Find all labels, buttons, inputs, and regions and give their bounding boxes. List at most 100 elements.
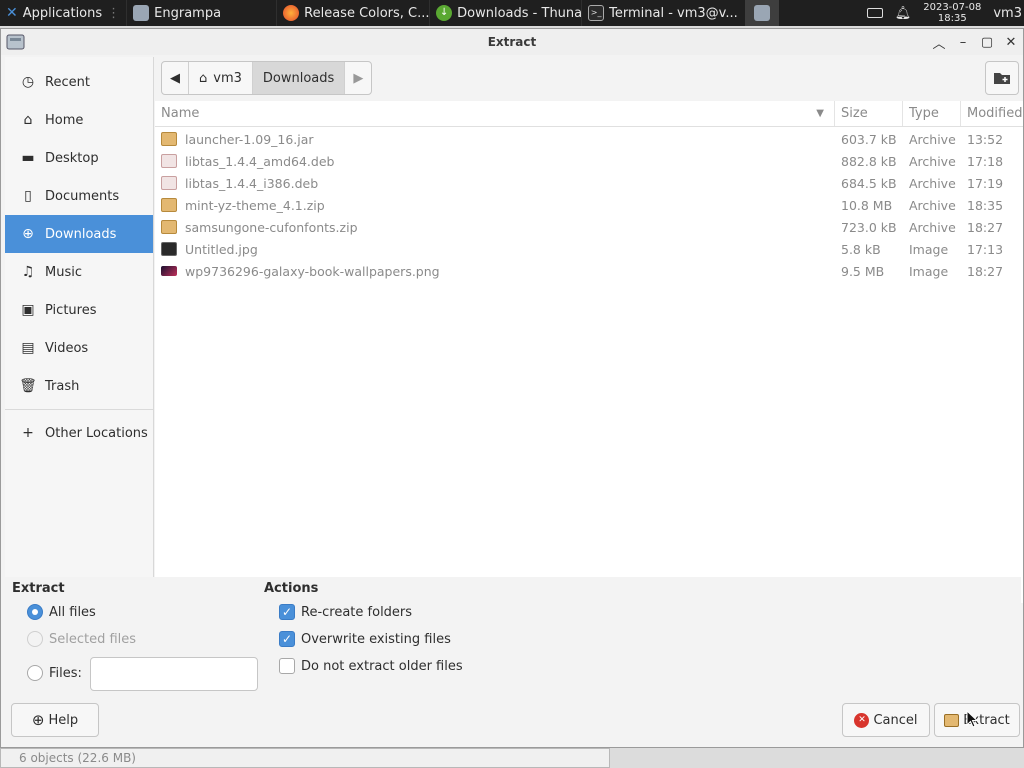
radio-label: Files: — [49, 665, 82, 681]
column-header-size[interactable]: Size — [835, 101, 903, 126]
file-modified: 13:52 — [967, 131, 1004, 147]
task-engrampa[interactable]: Engrampa — [126, 0, 276, 26]
close-icon[interactable]: ✕ — [1003, 34, 1019, 50]
files-pattern-input[interactable] — [90, 657, 258, 691]
table-row[interactable]: mint-yz-theme_4.1.zip 10.8 MB Archive 18… — [155, 194, 1023, 216]
file-size: 10.8 MB — [841, 197, 893, 213]
file-list-header: Name ▼ Size Type Modified — [155, 101, 1023, 127]
task-active-engrampa[interactable] — [745, 0, 780, 26]
task-thunar[interactable]: ↓ Downloads - Thunar — [429, 0, 581, 26]
picture-icon: ▣ — [21, 302, 35, 318]
task-label: Downloads - Thunar — [457, 5, 582, 21]
column-header-name[interactable]: Name ▼ — [155, 101, 835, 126]
sidebar-item-pictures[interactable]: ▣ Pictures — [5, 291, 153, 329]
file-size: 723.0 kB — [841, 219, 897, 235]
help-button[interactable]: ⊕ Help — [11, 703, 99, 737]
sidebar-item-recent[interactable]: ◷ Recent — [5, 63, 153, 101]
sidebar-item-downloads[interactable]: ⊕ Downloads — [5, 215, 153, 253]
sidebar-item-label: Other Locations — [45, 425, 148, 441]
minimize-icon[interactable]: – — [955, 34, 971, 50]
file-name: Untitled.jpg — [185, 241, 258, 257]
file-name: libtas_1.4.4_i386.deb — [185, 175, 319, 191]
download-icon: ↓ — [436, 5, 453, 21]
column-label: Modified — [967, 106, 1023, 121]
sidebar-item-trash[interactable]: 🗑︎ Trash — [5, 367, 153, 405]
home-icon: ⌂ — [23, 112, 33, 128]
checkbox-overwrite-existing[interactable]: ✓ Overwrite existing files — [279, 631, 451, 647]
radio-selected-icon — [27, 604, 43, 620]
archive-icon — [161, 220, 177, 234]
plus-icon: + — [22, 425, 34, 441]
video-icon: ▤ — [21, 340, 35, 356]
checkbox-empty-icon — [279, 658, 295, 674]
sidebar-item-label: Pictures — [45, 302, 97, 318]
sidebar-item-other-locations[interactable]: + Other Locations — [5, 414, 153, 452]
column-header-type[interactable]: Type — [903, 101, 961, 126]
radio-selected-files: Selected files — [27, 631, 136, 647]
status-text: 6 objects (22.6 MB) — [19, 751, 136, 765]
terminal-icon: >_ — [588, 5, 605, 21]
checkbox-label: Overwrite existing files — [301, 631, 451, 647]
taskbar: ✕ Applications ⋮ Engrampa Release Colors… — [0, 0, 1024, 26]
breadcrumb-home[interactable]: ⌂ vm3 — [189, 62, 253, 94]
radio-all-files[interactable]: All files — [27, 604, 96, 620]
breadcrumb-back-button[interactable]: ◀ — [162, 62, 189, 94]
table-row[interactable]: wp9736296-galaxy-book-wallpapers.png 9.5… — [155, 260, 1023, 282]
clock-icon: ◷ — [21, 74, 35, 90]
file-size: 882.8 kB — [841, 153, 897, 169]
separator-icon: ⋮ — [107, 5, 121, 21]
battery-icon[interactable] — [866, 8, 883, 18]
titlebar[interactable]: Extract ︿ – ▢ ✕ — [1, 29, 1023, 55]
sidebar-item-label: Home — [45, 112, 84, 128]
table-row[interactable]: launcher-1.09_16.jar 603.7 kB Archive 13… — [155, 128, 1023, 150]
column-header-modified[interactable]: Modified — [961, 101, 1023, 126]
button-label: Help — [48, 712, 79, 728]
sidebar-item-videos[interactable]: ▤ Videos — [5, 329, 153, 367]
task-firefox[interactable]: Release Colors, C... — [276, 0, 429, 26]
user-label[interactable]: vm3 — [989, 6, 1024, 21]
table-row[interactable]: samsungone-cufonfonts.zip 723.0 kB Archi… — [155, 216, 1023, 238]
chevron-right-icon: ▶ — [353, 70, 364, 86]
archive-icon — [161, 132, 177, 146]
download-icon: ⊕ — [22, 226, 34, 242]
trash-icon: 🗑︎ — [19, 378, 37, 394]
applications-menu[interactable]: ✕ Applications ⋮ — [0, 0, 126, 26]
task-terminal[interactable]: >_ Terminal - vm3@v... — [581, 0, 741, 26]
notification-bell-icon[interactable]: 🔔︎ — [895, 6, 912, 21]
file-modified: 18:27 — [967, 219, 1004, 235]
table-row[interactable]: libtas_1.4.4_i386.deb 684.5 kB Archive 1… — [155, 172, 1023, 194]
new-folder-button[interactable] — [985, 61, 1019, 95]
table-row[interactable]: libtas_1.4.4_amd64.deb 882.8 kB Archive … — [155, 150, 1023, 172]
breadcrumb-downloads[interactable]: Downloads — [252, 62, 346, 94]
button-label: Cancel — [873, 712, 918, 728]
file-name: libtas_1.4.4_amd64.deb — [185, 153, 335, 169]
breadcrumb-label: Downloads — [262, 70, 335, 86]
clock[interactable]: 2023-07-08 18:35 — [915, 2, 989, 24]
engrampa-icon — [133, 5, 150, 21]
checkbox-recreate-folders[interactable]: ✓ Re-create folders — [279, 604, 412, 620]
radio-files[interactable]: Files: — [27, 665, 82, 681]
mouse-pointer-icon — [966, 710, 978, 728]
table-row[interactable]: Untitled.jpg 5.8 kB Image 17:13 — [155, 238, 1023, 260]
sidebar-item-home[interactable]: ⌂ Home — [5, 101, 153, 139]
sidebar-item-desktop[interactable]: ▬ Desktop — [5, 139, 153, 177]
file-name: launcher-1.09_16.jar — [185, 131, 314, 147]
file-type: Image — [909, 241, 949, 257]
task-label: Engrampa — [154, 5, 222, 21]
breadcrumb-forward-button[interactable]: ▶ — [345, 62, 371, 94]
sort-descending-icon: ▼ — [816, 108, 824, 119]
path-bar: ◀ ⌂ vm3 Downloads ▶ — [155, 55, 1023, 101]
cancel-button[interactable]: ✕ Cancel — [842, 703, 930, 737]
sidebar-item-documents[interactable]: ▯ Documents — [5, 177, 153, 215]
radio-unselected-icon — [27, 665, 43, 681]
checkbox-label: Re-create folders — [301, 604, 413, 620]
shade-icon[interactable]: ︿ — [931, 34, 947, 52]
firefox-icon — [283, 5, 300, 21]
file-modified: 17:13 — [967, 241, 1004, 257]
sidebar-item-music[interactable]: ♫ Music — [5, 253, 153, 291]
file-size: 9.5 MB — [841, 263, 885, 279]
checkbox-skip-older[interactable]: Do not extract older files — [279, 658, 463, 674]
clock-date: 2023-07-08 — [923, 2, 982, 13]
deb-package-icon — [161, 154, 177, 168]
maximize-icon[interactable]: ▢ — [979, 34, 995, 50]
